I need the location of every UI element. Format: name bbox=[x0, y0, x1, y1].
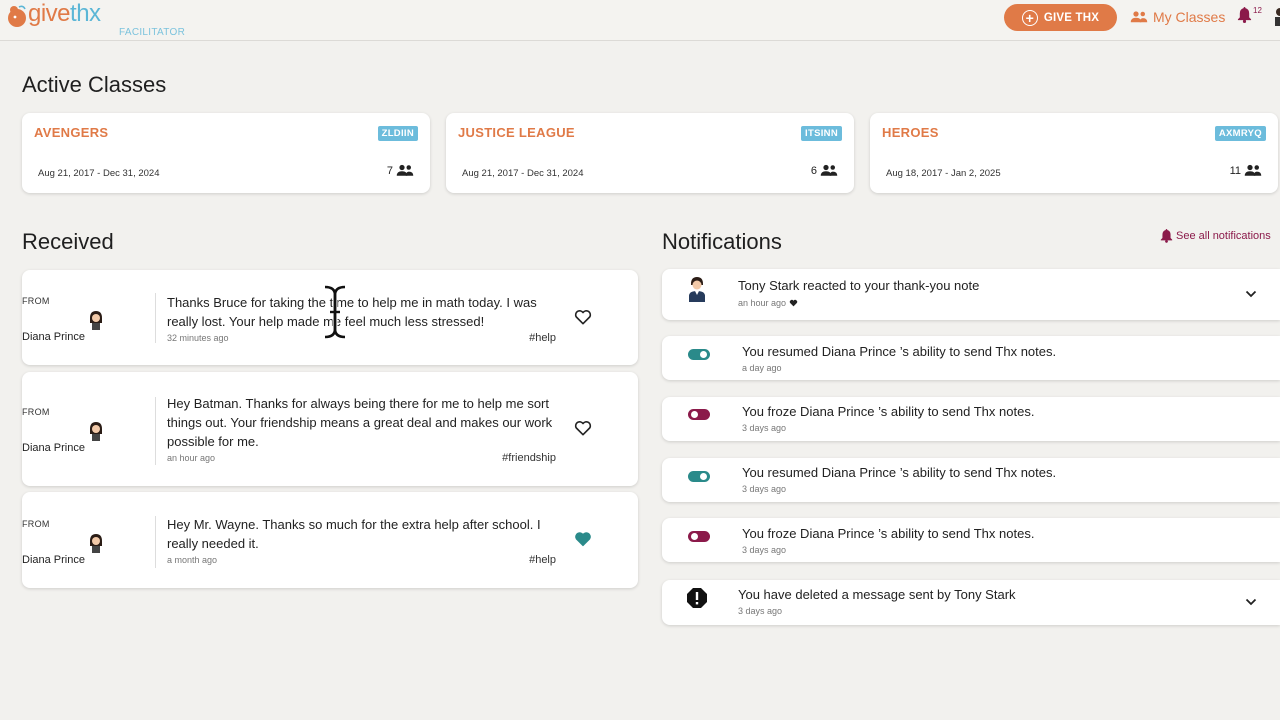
role-label: FACILITATOR bbox=[119, 27, 186, 38]
from-label: FROM bbox=[22, 519, 50, 529]
from-label: FROM bbox=[22, 407, 50, 417]
toggle-off-icon bbox=[688, 531, 710, 542]
class-member-count: 6 bbox=[811, 164, 838, 177]
sender-name: Diana Prince bbox=[22, 442, 85, 454]
notifications-title: Notifications bbox=[662, 229, 782, 254]
notification-time: 3 days ago bbox=[738, 606, 783, 616]
class-name: HEROES bbox=[882, 125, 939, 140]
notification-count: 12 bbox=[1253, 6, 1262, 15]
note-message: Thanks Bruce for taking the time to help… bbox=[167, 295, 537, 329]
toggle-on-icon bbox=[688, 349, 710, 360]
notification-text: You resumed Diana Prince ’s ability to s… bbox=[742, 344, 1057, 359]
note-time: 32 minutes ago bbox=[167, 333, 229, 343]
received-note[interactable]: FROM Diana Prince Hey Batman. Thanks for… bbox=[22, 372, 638, 486]
alert-octagon-icon bbox=[687, 588, 707, 608]
notification-item[interactable]: You resumed Diana Prince ’s ability to s… bbox=[662, 458, 1280, 502]
class-member-count: 7 bbox=[387, 164, 414, 177]
notification-text: Tony Stark reacted to your thank-you not… bbox=[738, 278, 980, 293]
sender-avatar bbox=[90, 534, 102, 553]
divider bbox=[155, 516, 156, 568]
received-title: Received bbox=[22, 229, 114, 254]
received-note[interactable]: FROM Diana Prince Hey Mr. Wayne. Thanks … bbox=[22, 492, 638, 588]
notification-item[interactable]: You resumed Diana Prince ’s ability to s… bbox=[662, 336, 1280, 380]
notification-item[interactable]: You froze Diana Prince ’s ability to sen… bbox=[662, 518, 1280, 562]
note-message: Hey Batman. Thanks for always being ther… bbox=[167, 396, 553, 449]
sender-avatar bbox=[90, 422, 102, 441]
class-code-badge: ZLDIIN bbox=[377, 126, 418, 141]
class-dates: Aug 18, 2017 - Jan 2, 2025 bbox=[886, 168, 1001, 179]
note-tag[interactable]: #help bbox=[529, 332, 556, 344]
toggle-on-icon bbox=[688, 471, 710, 482]
give-thx-label: GIVE THX bbox=[1043, 11, 1100, 24]
my-classes-link[interactable]: My Classes bbox=[1130, 7, 1225, 27]
from-label: FROM bbox=[22, 296, 50, 306]
notification-time: 3 days ago bbox=[742, 484, 787, 494]
class-dates: Aug 21, 2017 - Dec 31, 2024 bbox=[38, 168, 160, 179]
class-card-justice-league[interactable]: JUSTICE LEAGUE ITSINN Aug 21, 2017 - Dec… bbox=[446, 113, 854, 193]
give-thx-button[interactable]: + GIVE THX bbox=[1004, 4, 1117, 31]
logo-mark-icon bbox=[8, 5, 26, 27]
notification-text: You resumed Diana Prince ’s ability to s… bbox=[742, 465, 1057, 480]
heart-filled-icon[interactable] bbox=[574, 531, 592, 547]
heart-outline-icon[interactable] bbox=[574, 309, 592, 325]
notification-text: You froze Diana Prince ’s ability to sen… bbox=[742, 404, 1035, 419]
see-all-label: See all notifications bbox=[1176, 229, 1271, 242]
bell-icon[interactable] bbox=[1237, 6, 1252, 23]
people-icon bbox=[1244, 164, 1262, 176]
notification-time: 3 days ago bbox=[742, 545, 787, 555]
sender-name: Diana Prince bbox=[22, 554, 85, 566]
notification-item[interactable]: Tony Stark reacted to your thank-you not… bbox=[662, 269, 1280, 320]
class-code-badge: ITSINN bbox=[801, 126, 842, 141]
notification-time: a day ago bbox=[742, 363, 782, 373]
chevron-down-icon[interactable] bbox=[1245, 290, 1257, 298]
text-cursor-icon bbox=[324, 284, 346, 340]
class-name: JUSTICE LEAGUE bbox=[458, 125, 575, 140]
sender-name: Diana Prince bbox=[22, 331, 85, 343]
class-card-heroes[interactable]: HEROES AXMRYQ Aug 18, 2017 - Jan 2, 2025… bbox=[870, 113, 1278, 193]
people-icon bbox=[1130, 11, 1148, 23]
sender-avatar bbox=[90, 311, 102, 330]
divider bbox=[155, 397, 156, 465]
class-code-badge: AXMRYQ bbox=[1214, 126, 1266, 141]
notification-item[interactable]: You have deleted a message sent by Tony … bbox=[662, 580, 1280, 625]
bell-icon bbox=[1160, 229, 1173, 243]
heart-filled-icon bbox=[789, 299, 798, 307]
note-tag[interactable]: #friendship bbox=[502, 452, 556, 464]
notification-text: You froze Diana Prince ’s ability to sen… bbox=[742, 526, 1035, 541]
see-all-notifications-link[interactable]: See all notifications bbox=[1160, 228, 1280, 243]
class-member-count: 11 bbox=[1230, 164, 1262, 177]
notification-time: 3 days ago bbox=[742, 423, 787, 433]
class-name: AVENGERS bbox=[34, 125, 109, 140]
top-bar: givethx FACILITATOR + GIVE THX My Classe… bbox=[0, 0, 1280, 41]
note-time: an hour ago bbox=[167, 453, 216, 463]
class-dates: Aug 21, 2017 - Dec 31, 2024 bbox=[462, 168, 584, 179]
plus-circle-icon: + bbox=[1021, 9, 1038, 26]
chevron-down-icon[interactable] bbox=[1245, 598, 1257, 606]
heart-outline-icon[interactable] bbox=[574, 420, 592, 436]
tony-stark-avatar bbox=[689, 277, 705, 302]
class-card-avengers[interactable]: AVENGERS ZLDIIN Aug 21, 2017 - Dec 31, 2… bbox=[22, 113, 430, 193]
notification-time: an hour ago bbox=[738, 298, 798, 308]
people-icon bbox=[820, 164, 838, 176]
notification-item[interactable]: You froze Diana Prince ’s ability to sen… bbox=[662, 397, 1280, 441]
people-icon bbox=[396, 164, 414, 176]
note-message: Hey Mr. Wayne. Thanks so much for the ex… bbox=[167, 517, 541, 551]
my-classes-label: My Classes bbox=[1153, 9, 1226, 25]
active-classes-title: Active Classes bbox=[22, 72, 167, 97]
divider bbox=[155, 293, 156, 343]
notification-text: You have deleted a message sent by Tony … bbox=[738, 587, 1016, 602]
note-time: a month ago bbox=[167, 555, 218, 565]
toggle-off-icon bbox=[688, 409, 710, 420]
user-avatar[interactable] bbox=[1272, 6, 1280, 26]
logo-text: givethx bbox=[28, 0, 101, 27]
note-tag[interactable]: #help bbox=[529, 554, 556, 566]
